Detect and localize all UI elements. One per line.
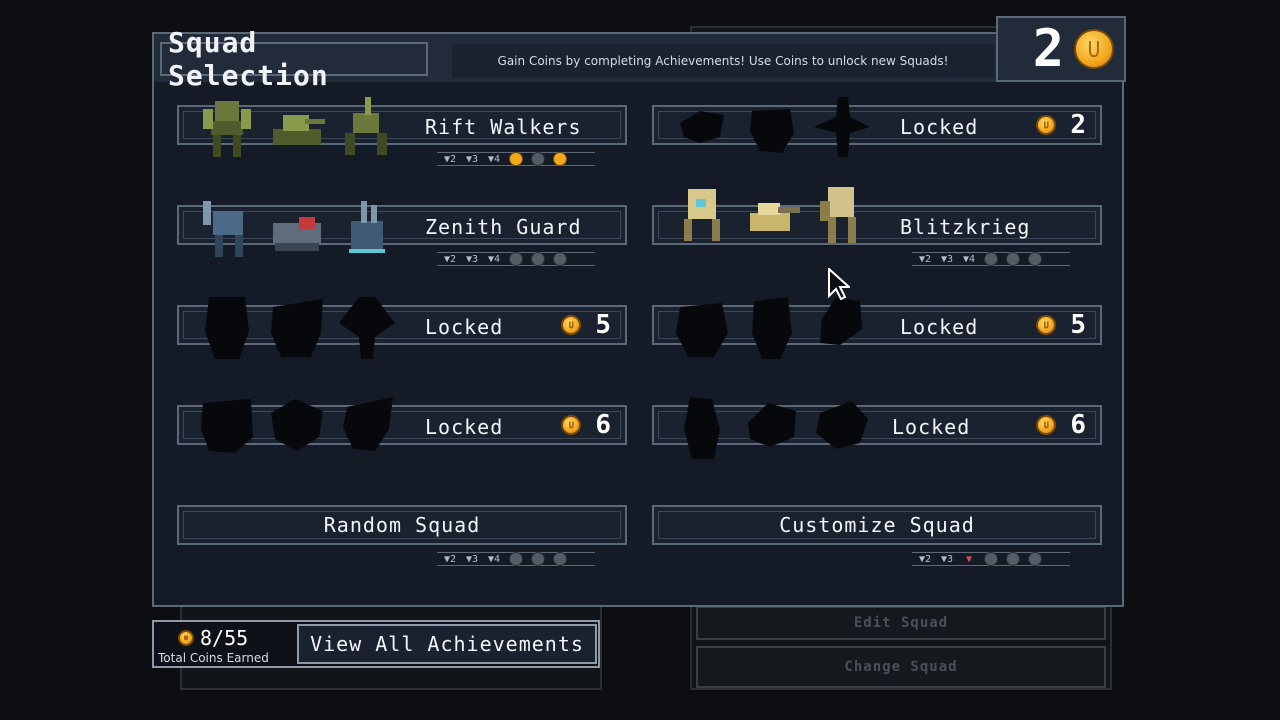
squad-name: Locked xyxy=(900,315,979,339)
unlock-cost: 6 xyxy=(561,410,611,440)
mouse-cursor-icon xyxy=(828,268,850,300)
achievement-coin-icon xyxy=(507,252,525,266)
trophy-icon: ▼ 4 xyxy=(487,253,501,265)
achievement-coin-icon xyxy=(551,552,569,566)
trophy-icon: ▼ xyxy=(965,553,973,565)
customize-squad-button[interactable]: Customize Squad xyxy=(652,505,1102,545)
edit-squad-button[interactable]: Edit Squad xyxy=(696,606,1106,640)
locked-mech-silhouette-icon xyxy=(339,297,395,359)
achievement-coin-icon xyxy=(529,152,547,166)
trophy-icon: ▼ 2 xyxy=(918,553,932,565)
coin-icon xyxy=(1036,115,1057,135)
achievement-coin-icon xyxy=(551,252,569,266)
trophy-icon: ▼ 3 xyxy=(465,153,479,165)
random-squad-button[interactable]: Random Squad xyxy=(177,505,627,545)
unlock-cost: 6 xyxy=(1036,410,1086,440)
squad-achievements: ▼ 2 ▼ 3 ▼ 4 xyxy=(912,252,1070,266)
locked-mech-silhouette-icon xyxy=(680,111,724,143)
squad-locked-5[interactable]: Locked 6 xyxy=(652,397,1102,459)
achievement-coin-icon xyxy=(1004,252,1022,266)
locked-mech-silhouette-icon xyxy=(271,299,323,357)
achievement-coin-icon xyxy=(529,252,547,266)
unlock-cost: 2 xyxy=(1036,110,1086,140)
squad-achievements: ▼ 2 ▼ 3 ▼ 4 xyxy=(437,152,595,166)
unlock-cost: 5 xyxy=(561,310,611,340)
locked-mech-silhouette-icon xyxy=(816,401,868,449)
trophy-icon: ▼ 3 xyxy=(940,553,954,565)
locked-mech-silhouette-icon xyxy=(752,297,792,359)
mech-artillery-icon xyxy=(345,97,387,155)
locked-mech-silhouette-icon xyxy=(205,297,249,359)
mech-defense-icon xyxy=(349,201,385,253)
squad-name: Locked xyxy=(900,115,979,139)
mech-charge-icon xyxy=(273,217,321,251)
mech-laser-icon xyxy=(203,201,243,257)
coin-icon xyxy=(1036,315,1057,335)
customize-squad-achievements: ▼ 2 ▼ 3 ▼ xyxy=(912,552,1070,566)
squad-name: Zenith Guard xyxy=(425,215,582,239)
squad-zenith-guard[interactable]: Zenith Guard xyxy=(177,201,627,257)
squad-locked-4[interactable]: Locked 6 xyxy=(177,397,627,453)
squad-locked-1[interactable]: Locked 2 xyxy=(652,97,1102,157)
achievement-coin-icon xyxy=(551,152,569,166)
trophy-icon: ▼ 4 xyxy=(487,153,501,165)
mech-combat-icon xyxy=(203,101,251,157)
squad-blitzkrieg[interactable]: Blitzkrieg xyxy=(652,187,1102,245)
trophy-icon: ▼ 3 xyxy=(465,553,479,565)
change-squad-button[interactable]: Change Squad xyxy=(696,646,1106,688)
achievement-coin-icon xyxy=(529,552,547,566)
trophy-icon: ▼ 2 xyxy=(918,253,932,265)
total-coins-earned: 8/55 xyxy=(178,626,248,650)
coin-balance: 2 xyxy=(996,16,1126,82)
dialog-subtitle: Gain Coins by completing Achievements! U… xyxy=(452,44,994,78)
trophy-icon: ▼ 4 xyxy=(962,253,976,265)
locked-mech-silhouette-icon xyxy=(271,399,323,451)
locked-mech-silhouette-icon xyxy=(684,397,720,459)
total-coins-label: Total Coins Earned xyxy=(158,651,269,665)
dialog-title: Squad Selection xyxy=(160,26,428,92)
coin-balance-count: 2 xyxy=(1032,19,1064,79)
coin-icon xyxy=(1036,415,1057,435)
mech-hook-icon xyxy=(750,203,800,231)
achievement-coin-icon xyxy=(507,552,525,566)
squad-rift-walkers[interactable]: Rift Walkers xyxy=(177,97,627,157)
locked-mech-silhouette-icon xyxy=(820,297,862,345)
locked-mech-silhouette-icon xyxy=(750,109,794,153)
mech-lightning-icon xyxy=(684,189,720,241)
trophy-icon: ▼ 2 xyxy=(443,153,457,165)
random-squad-achievements: ▼ 2 ▼ 3 ▼ 4 xyxy=(437,552,595,566)
squad-name: Blitzkrieg xyxy=(900,215,1031,239)
trophy-icon: ▼ 3 xyxy=(940,253,954,265)
coin-icon xyxy=(178,630,194,646)
trophy-icon: ▼ 3 xyxy=(465,253,479,265)
squad-achievements: ▼ 2 ▼ 3 ▼ 4 xyxy=(437,252,595,266)
mech-cannon-icon xyxy=(273,115,325,145)
coin-icon xyxy=(561,415,582,435)
squad-name: Locked xyxy=(425,415,504,439)
squad-locked-2[interactable]: Locked 5 xyxy=(177,297,627,359)
achievement-coin-icon xyxy=(1026,252,1044,266)
unlock-cost: 5 xyxy=(1036,310,1086,340)
coin-icon xyxy=(561,315,582,335)
locked-mech-silhouette-icon xyxy=(201,399,253,453)
trophy-icon: ▼ 2 xyxy=(443,553,457,565)
squad-name: Locked xyxy=(892,415,971,439)
trophy-icon: ▼ 2 xyxy=(443,253,457,265)
squad-locked-3[interactable]: Locked 5 xyxy=(652,297,1102,359)
locked-mech-silhouette-icon xyxy=(814,97,870,157)
locked-mech-silhouette-icon xyxy=(748,403,796,447)
trophy-icon: ▼ 4 xyxy=(487,553,501,565)
view-all-achievements-button[interactable]: View All Achievements xyxy=(297,624,597,664)
squad-name: Locked xyxy=(425,315,504,339)
locked-mech-silhouette-icon xyxy=(676,303,728,357)
coin-icon xyxy=(1074,29,1114,69)
achievement-coin-icon xyxy=(1026,552,1044,566)
achievement-coin-icon xyxy=(1004,552,1022,566)
achievement-coin-icon xyxy=(982,252,1000,266)
locked-mech-silhouette-icon xyxy=(343,397,393,451)
achievement-coin-icon xyxy=(507,152,525,166)
mech-boulder-icon xyxy=(820,187,856,243)
achievement-coin-icon xyxy=(982,552,1000,566)
squad-name: Rift Walkers xyxy=(425,115,582,139)
